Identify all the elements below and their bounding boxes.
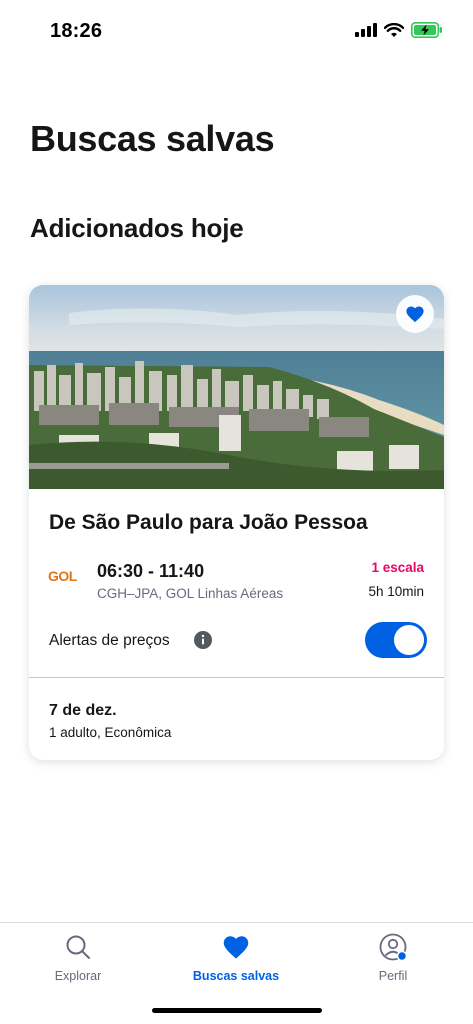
- status-bar: 18:26: [0, 0, 473, 62]
- passengers-cabin: 1 adulto, Econômica: [49, 725, 172, 740]
- search-icon: [66, 935, 90, 959]
- home-indicator: [152, 1008, 322, 1013]
- cellular-signal-icon: [355, 23, 377, 37]
- wifi-icon: [384, 22, 404, 37]
- flight-duration: 5h 10min: [368, 584, 424, 599]
- tab-perfil[interactable]: Perfil: [323, 933, 463, 983]
- section-title: Adicionados hoje: [30, 213, 244, 243]
- status-time: 18:26: [50, 20, 103, 42]
- favorite-button[interactable]: [396, 295, 434, 333]
- saved-search-card[interactable]: De São Paulo para João Pessoa GOL 06:30 …: [29, 285, 444, 760]
- info-icon[interactable]: [194, 631, 212, 649]
- heart-icon: [223, 936, 249, 959]
- heart-icon: [406, 306, 424, 323]
- profile-icon: [379, 933, 407, 961]
- tab-label-explorar: Explorar: [54, 969, 102, 983]
- price-alerts-toggle[interactable]: [365, 622, 427, 658]
- tab-explorar[interactable]: Explorar: [8, 933, 148, 983]
- card-divider: [29, 677, 444, 678]
- tab-buscas-salvas[interactable]: Buscas salvas: [166, 933, 306, 983]
- flight-times: 06:30 - 11:40: [97, 561, 205, 581]
- tab-label-perfil: Perfil: [378, 969, 408, 983]
- price-alerts-label: Alertas de preços: [49, 632, 170, 649]
- route-title: De São Paulo para João Pessoa: [49, 511, 368, 534]
- travel-date: 7 de dez.: [49, 702, 117, 719]
- status-icons: [355, 22, 443, 38]
- tab-label-buscas-salvas: Buscas salvas: [192, 969, 280, 983]
- page-title: Buscas salvas: [30, 118, 275, 159]
- flight-detail: CGH–JPA, GOL Linhas Aéreas: [97, 586, 284, 601]
- stops-count: 1 escala: [371, 560, 424, 575]
- destination-photo: [29, 285, 444, 489]
- toggle-knob: [394, 625, 424, 655]
- airline-logo: GOL: [48, 568, 77, 584]
- battery-charging-icon: [411, 22, 442, 38]
